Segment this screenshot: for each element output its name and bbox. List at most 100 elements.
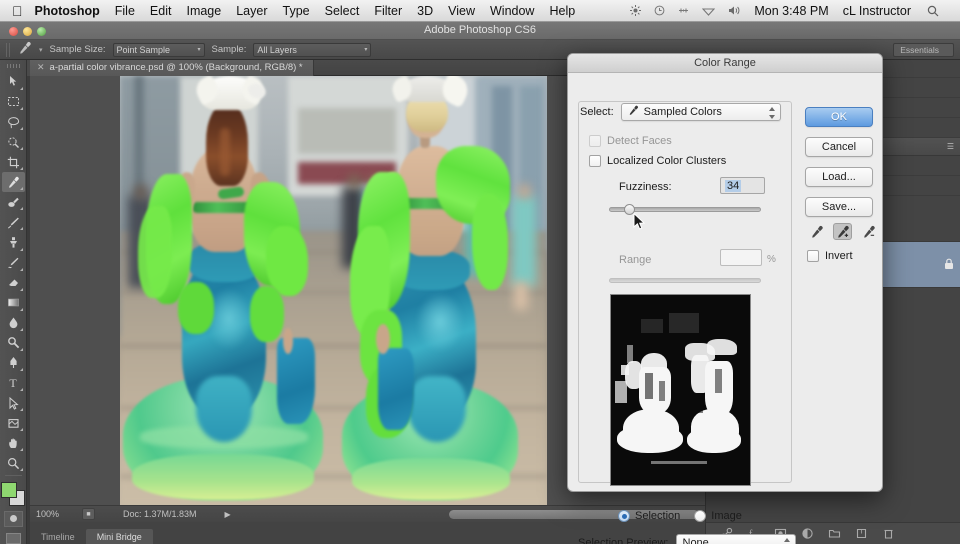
time-machine-icon[interactable] [654,5,665,16]
eraser-tool[interactable] [2,273,25,293]
cancel-button[interactable]: Cancel [805,137,873,157]
menu-bar-clock[interactable]: Mon 3:48 PM [754,4,828,18]
move-tool[interactable] [2,72,25,92]
document-tab[interactable]: ✕ a-partial color vibrance.psd @ 100% (B… [30,59,314,76]
close-tab-icon[interactable]: ✕ [37,62,45,73]
menu-select[interactable]: Select [325,4,360,18]
detect-faces-label: Detect Faces [607,135,672,147]
zoom-tool[interactable] [2,453,25,473]
blur-tool[interactable] [2,313,25,333]
pen-tool[interactable] [2,353,25,373]
hand-tool[interactable] [2,433,25,453]
brightness-icon[interactable] [630,5,642,16]
chevron-updown-icon-4 [784,538,791,544]
eyedropper-tool[interactable] [1,172,25,193]
menu-view[interactable]: View [448,4,475,18]
sample-size-label: Sample Size: [49,44,106,55]
color-range-dialog: Color Range Select: Sampled Colors Detec… [567,53,883,544]
fuzziness-slider[interactable] [609,204,761,215]
radio-selection-box[interactable] [618,510,630,522]
eyedropper-add-icon[interactable] [833,223,852,240]
sample-select[interactable]: All Layers ▾ [253,42,372,57]
invert-checkbox[interactable] [807,250,819,262]
spot-healing-tool[interactable] [2,192,25,212]
volume-icon[interactable] [728,5,741,16]
selection-preview-dropdown[interactable]: None [675,534,796,544]
marquee-tool[interactable] [2,92,25,112]
mouse-cursor-icon [633,212,646,234]
gradient-tool[interactable] [2,293,25,313]
adjustment-layer-icon[interactable] [801,527,814,540]
menu-bar-user[interactable]: cL Instructor [843,4,911,18]
type-tool[interactable]: T [2,373,25,393]
load-button[interactable]: Load... [805,167,873,187]
sample-label: Sample: [211,44,247,55]
radio-image-label: Image [711,510,742,522]
layers-panel-menu-icon[interactable]: ☰ [947,142,954,151]
new-layer-icon[interactable] [855,527,868,540]
path-selection-tool[interactable] [2,393,25,413]
eyedropper-subtract-icon[interactable] [859,223,878,240]
eyedropper-sample-icon[interactable] [807,223,826,240]
document-canvas[interactable] [120,76,547,505]
eyedropper-button-group [807,223,878,240]
menu-3d[interactable]: 3D [417,4,433,18]
clone-stamp-tool[interactable] [2,232,25,252]
menu-image[interactable]: Image [186,4,221,18]
apple-icon[interactable]:  [12,4,23,18]
wifi-icon[interactable] [702,5,716,16]
delete-layer-icon[interactable] [882,527,895,540]
tools-panel: T [0,60,27,544]
radio-image-box[interactable] [694,510,707,522]
localized-color-clusters-row[interactable]: Localized Color Clusters [589,155,726,167]
zoom-level[interactable]: 100% [36,509,76,519]
toolbar-grip[interactable] [6,64,20,68]
localized-color-clusters-checkbox[interactable] [589,155,601,167]
sample-size-select[interactable]: Point Sample ▾ [112,42,205,57]
shape-tool[interactable] [2,413,25,433]
quick-mask-toggle[interactable] [3,511,23,527]
menu-window[interactable]: Window [490,4,534,18]
menu-filter[interactable]: Filter [374,4,402,18]
brush-tool[interactable] [2,212,25,232]
lasso-tool[interactable] [2,112,25,132]
screen-mode-button[interactable] [5,532,21,544]
menu-photoshop[interactable]: Photoshop [35,4,100,18]
quick-selection-tool[interactable] [2,132,25,152]
menu-layer[interactable]: Layer [236,4,267,18]
crop-tool[interactable] [2,152,25,172]
status-bar-button[interactable]: ■ [82,508,95,520]
ok-button[interactable]: OK [805,107,873,127]
photoshop-title-bar: Adobe Photoshop CS6 [0,22,960,40]
document-tab-label: a-partial color vibrance.psd @ 100% (Bac… [49,62,303,73]
expand-arrow-icon[interactable]: ▶ [225,510,231,519]
tab-mini-bridge[interactable]: Mini Bridge [85,529,153,544]
eyedropper-tool-icon[interactable] [18,41,32,58]
select-dropdown[interactable]: Sampled Colors [620,103,781,121]
detect-faces-checkbox[interactable] [589,135,601,147]
color-swatches[interactable] [0,481,26,507]
chevron-updown-icon-2: ▾ [364,46,368,53]
radio-image[interactable]: Image [694,510,742,522]
dodge-tool[interactable] [2,333,25,353]
menu-help[interactable]: Help [549,4,575,18]
fuzziness-input[interactable]: 34 [720,177,765,194]
menu-file[interactable]: File [115,4,135,18]
selection-preview-thumbnail[interactable] [610,294,751,486]
save-button[interactable]: Save... [805,197,873,217]
options-bar-grip[interactable] [6,42,11,57]
foreground-color-swatch[interactable] [1,482,17,499]
tool-preset-arrow-icon[interactable]: ▾ [39,46,43,54]
history-brush-tool[interactable] [2,253,25,273]
workspace-switcher[interactable]: Essentials [893,42,954,57]
invert-row[interactable]: Invert [807,250,853,262]
select-value: Sampled Colors [643,106,722,118]
radio-selection[interactable]: Selection [618,510,680,522]
new-group-icon[interactable] [828,527,841,540]
detect-faces-row[interactable]: Detect Faces [589,135,672,147]
spotlight-search-icon[interactable] [927,5,939,17]
menu-edit[interactable]: Edit [150,4,172,18]
menu-type[interactable]: Type [283,4,310,18]
bluetooth-icon[interactable] [678,5,689,16]
tab-timeline[interactable]: Timeline [30,529,86,544]
